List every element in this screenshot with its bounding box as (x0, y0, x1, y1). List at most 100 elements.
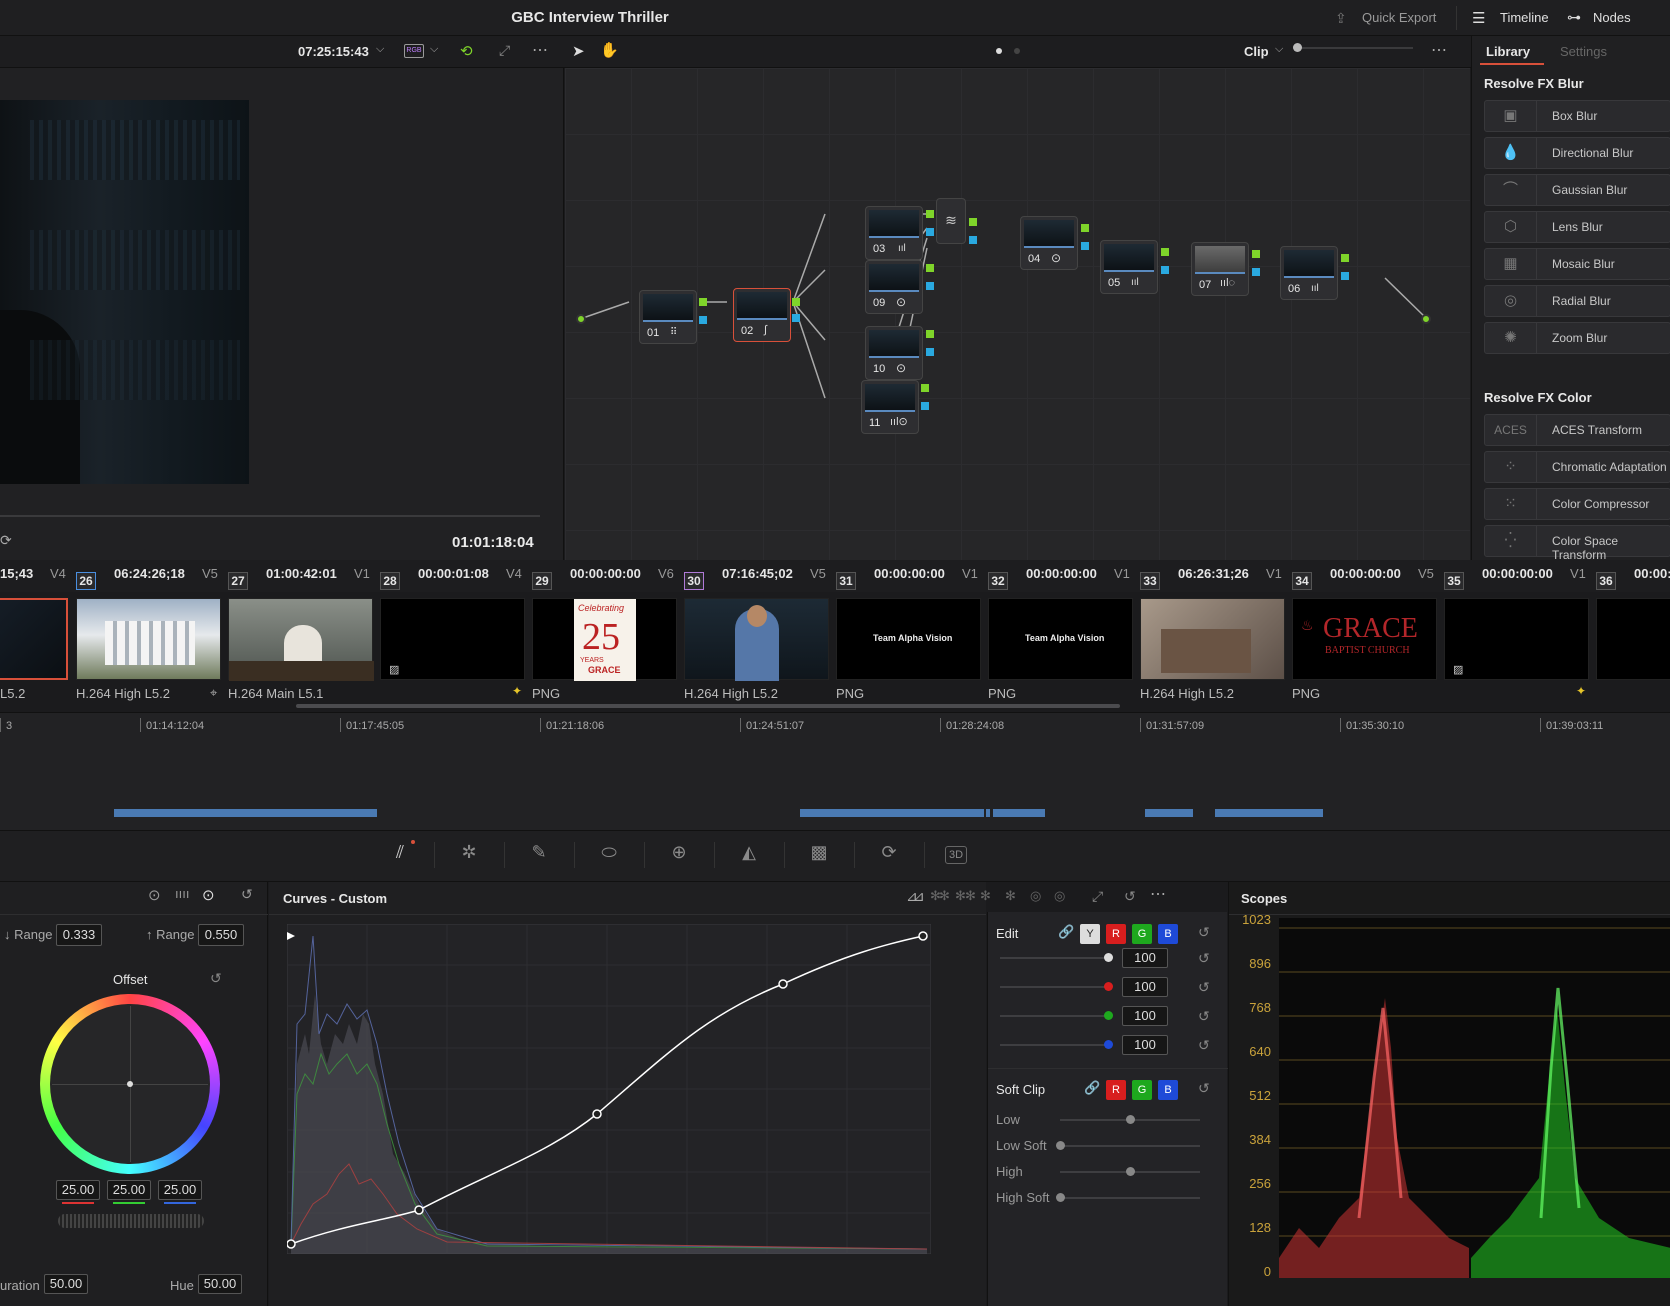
lib-item-directional-blur[interactable]: 💧 Directional Blur (1484, 137, 1670, 169)
clip-number[interactable]: 32 (988, 572, 1008, 590)
node-07[interactable]: 07 ııl◌ (1191, 242, 1249, 296)
source-timecode[interactable]: 07:25:15:43 (298, 44, 369, 59)
node-pin[interactable] (926, 228, 934, 236)
slider-knob[interactable] (1104, 1040, 1113, 1049)
lib-item-color-compressor[interactable]: ⁙ Color Compressor (1484, 488, 1670, 520)
node-10[interactable]: 10 ⊙ (865, 326, 923, 380)
page-dot-active[interactable] (996, 48, 1002, 54)
node-05[interactable]: 05 ııl (1100, 240, 1158, 294)
node-output[interactable] (1421, 314, 1431, 324)
reset-icon[interactable]: ↺ (1198, 979, 1210, 996)
quick-export-button[interactable]: Quick Export (1362, 10, 1436, 25)
node-pin[interactable] (1252, 250, 1260, 258)
log-mode-icon[interactable]: ⊙ (202, 886, 215, 904)
g-channel-button[interactable]: G (1132, 924, 1152, 944)
window-icon[interactable]: ⬭ (595, 842, 623, 868)
blur-icon[interactable]: ◭ (735, 842, 763, 868)
node-pin[interactable] (926, 210, 934, 218)
clip-thumbnail[interactable]: ♨ GRACE BAPTIST CHURCH (1292, 598, 1437, 680)
nodes-button[interactable]: Nodes (1593, 10, 1631, 25)
chevron-down-icon[interactable]: ⌵ (376, 43, 384, 56)
clip-mode-select[interactable]: Clip (1244, 44, 1269, 59)
y-channel-button[interactable]: Y (1080, 924, 1100, 944)
tab-settings[interactable]: Settings (1560, 44, 1607, 59)
node-pin[interactable] (1341, 272, 1349, 280)
clip-number[interactable]: 33 (1140, 572, 1160, 590)
node-11[interactable]: 11 ııl⊙ (861, 380, 919, 434)
curve-mode-icon[interactable]: ◎ (1030, 888, 1041, 904)
timeline-button[interactable]: Timeline (1500, 10, 1549, 25)
node-01[interactable]: 01 ⠿ (639, 290, 697, 344)
high-range-field[interactable]: 0.550 (198, 924, 244, 946)
b-intensity-field[interactable]: 100 (1122, 1035, 1168, 1055)
sync-icon[interactable]: ⟲ (460, 42, 473, 60)
curves-icon[interactable]: ⫽ (386, 842, 414, 868)
node-pin[interactable] (699, 316, 707, 324)
timeline-clip[interactable] (1215, 809, 1323, 817)
slider-knob[interactable] (1104, 982, 1113, 991)
g-intensity-field[interactable]: 100 (1122, 1006, 1168, 1026)
clip-thumbnail[interactable]: Celebrating 25 YEARS GRACE (532, 598, 677, 681)
zoom-slider-knob[interactable] (1293, 43, 1302, 52)
slider-knob[interactable] (1056, 1193, 1065, 1202)
clip-number[interactable]: 27 (228, 572, 248, 590)
fit-icon[interactable]: ⤢ (499, 42, 510, 59)
soft-clip-r-button[interactable]: R (1106, 1080, 1126, 1100)
tracker-icon[interactable]: ⊕ (665, 842, 693, 868)
color-warper-icon[interactable]: ✲ (455, 842, 483, 868)
scrubber[interactable] (0, 515, 540, 517)
color-space-icon[interactable]: RGB (404, 44, 424, 58)
reset-icon[interactable]: ↺ (1198, 924, 1210, 941)
tab-library[interactable]: Library (1486, 44, 1530, 59)
lib-item-lens-blur[interactable]: ⬡ Lens Blur (1484, 211, 1670, 243)
curve-mode-icon[interactable]: ✻ (980, 888, 991, 904)
node-pin[interactable] (1161, 266, 1169, 274)
low-soft-slider[interactable] (1060, 1145, 1200, 1147)
b-intensity-slider[interactable] (1000, 1044, 1110, 1046)
timeline-clip[interactable] (800, 809, 984, 817)
node-editor[interactable]: 01 ⠿ 02 ∫ 03 ııl 09 ⊙ 10 ⊙ 11 ııl⊙ ≋ 04 ⊙ 05 ııl… (565, 68, 1470, 560)
lib-item-aces-transform[interactable]: ACES ACES Transform (1484, 414, 1670, 446)
3d-icon[interactable]: 3D (945, 846, 967, 864)
timeline-clip[interactable] (993, 809, 1045, 817)
clip-number[interactable]: 26 (76, 572, 96, 590)
slider-knob[interactable] (1104, 1011, 1113, 1020)
y-intensity-field[interactable]: 100 (1122, 948, 1168, 968)
node-pin[interactable] (1081, 242, 1089, 250)
lib-item-zoom-blur[interactable]: ✺ Zoom Blur (1484, 322, 1670, 354)
slider-knob[interactable] (1126, 1115, 1135, 1124)
r-intensity-field[interactable]: 100 (1122, 977, 1168, 997)
slider-knob[interactable] (1104, 953, 1113, 962)
node-pin[interactable] (699, 298, 707, 306)
curve-mode-icon[interactable]: ✻ (955, 888, 966, 904)
node-pin[interactable] (1341, 254, 1349, 262)
timeline-clip[interactable] (114, 809, 377, 817)
node-pin[interactable] (926, 264, 934, 272)
chevron-down-icon[interactable]: ⌵ (1275, 43, 1283, 56)
clip-thumbnail[interactable]: ▨ (380, 598, 525, 680)
node-02[interactable]: 02 ∫ (733, 288, 791, 342)
link-icon[interactable]: 🔗 (1084, 1080, 1100, 1096)
lib-item-color-space-transform[interactable]: ⁛ Color Space Transform (1484, 525, 1670, 562)
reset-icon[interactable]: ↺ (210, 970, 222, 987)
clip-scrollbar[interactable] (296, 704, 1120, 708)
reset-icon[interactable]: ↺ (1198, 1037, 1210, 1054)
page-dot[interactable] (1014, 48, 1020, 54)
clip-thumbnail[interactable]: Team Alpha Vision (836, 598, 981, 680)
node-pin[interactable] (1081, 224, 1089, 232)
lib-item-radial-blur[interactable]: ◎ Radial Blur (1484, 285, 1670, 317)
slider-knob[interactable] (1126, 1167, 1135, 1176)
sizing-icon[interactable]: ⟳ (875, 842, 903, 868)
master-wheel-jog[interactable] (58, 1214, 204, 1228)
clip-number[interactable]: 35 (1444, 572, 1464, 590)
clip-thumbnail[interactable] (0, 598, 68, 680)
offset-r-field[interactable]: 25.00 (56, 1180, 100, 1200)
clip-number[interactable]: 31 (836, 572, 856, 590)
key-icon[interactable]: ▩ (805, 842, 833, 868)
low-range-field[interactable]: 0.333 (56, 924, 102, 946)
node-pin[interactable] (792, 314, 800, 322)
curve-mode-icon[interactable]: ◎ (1054, 888, 1065, 904)
bars-mode-icon[interactable]: ıııı (175, 886, 189, 901)
loop-icon[interactable]: ⟳ (0, 532, 12, 549)
layer-mixer-node[interactable]: ≋ (936, 198, 966, 244)
